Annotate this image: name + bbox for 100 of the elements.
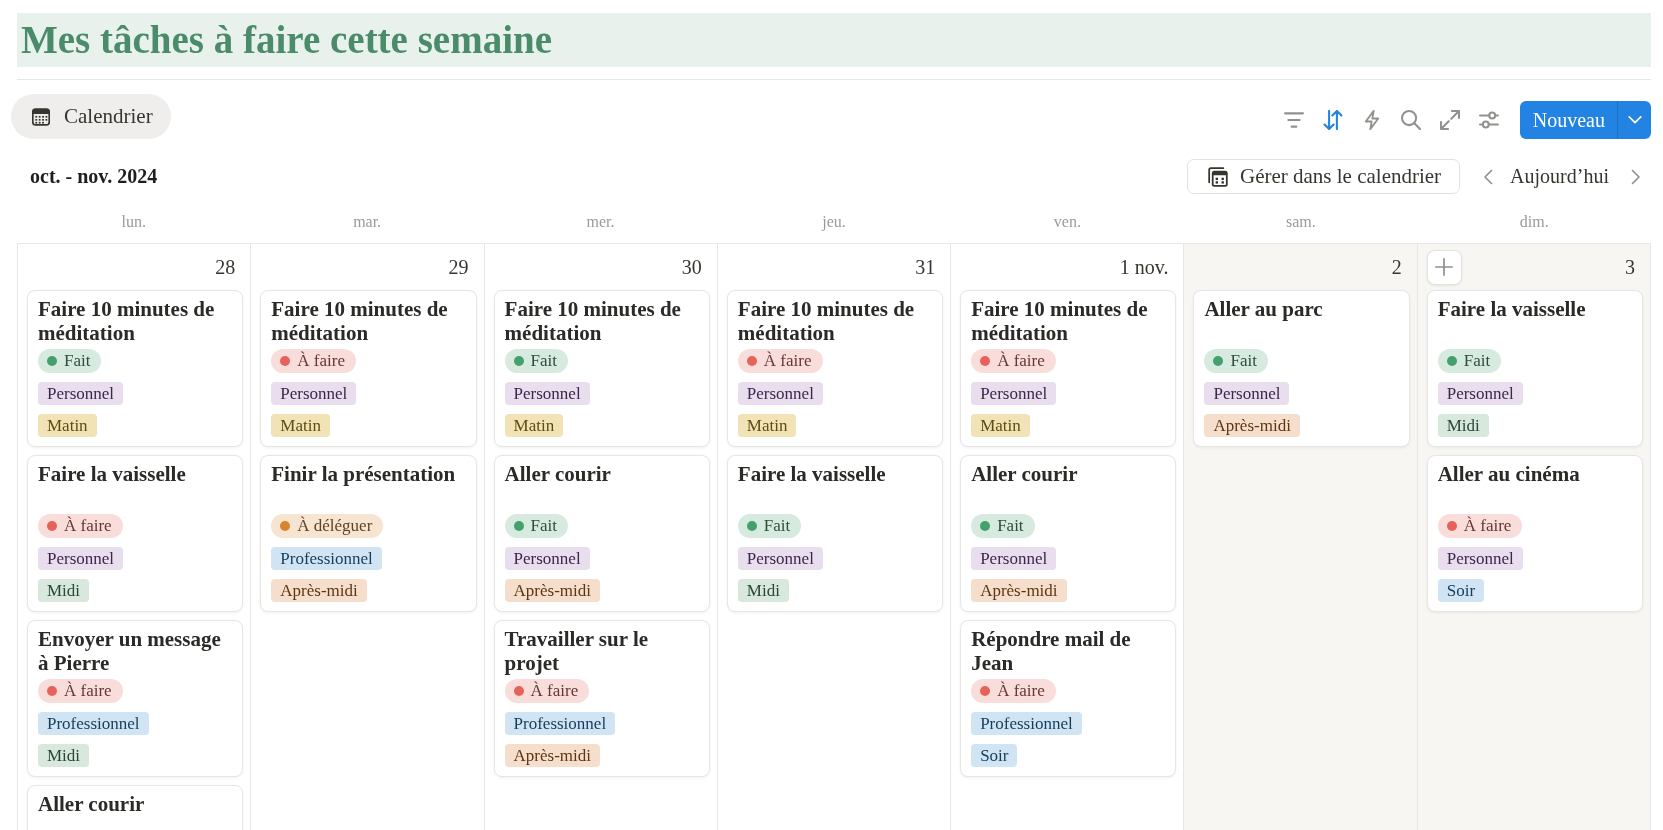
tag: Matin [504,414,564,437]
tag: Professionnel [971,712,1082,735]
weekday-label: mer. [586,213,615,231]
status-label: À faire [763,350,812,372]
status-label: À faire [997,680,1045,702]
tag: Personnel [504,547,590,570]
task-card[interactable]: Faire 10 minutes de méditation À faire Personnel Matin [260,290,477,447]
sort-icon[interactable] [1322,110,1343,130]
task-title: Aller au cinéma [1437,462,1581,488]
tag: Personnel [971,547,1057,570]
day-number: 29 [448,255,469,279]
task-card[interactable]: Répondre mail de Jean À faire Professionnel Soir [960,620,1177,777]
chevron-right-icon[interactable] [1631,168,1641,185]
status-label: Fait [1230,350,1257,372]
task-card[interactable]: Faire 10 minutes de méditation Fait Personnel Matin [493,290,710,447]
task-card[interactable]: Faire 10 minutes de méditation Fait Personnel Matin [27,290,244,447]
status-label: Fait [64,350,91,372]
tag: Personnel [1437,547,1523,570]
tag: Personnel [737,547,823,570]
tag: Après-midi [271,579,367,602]
task-title: Faire 10 minutes de méditation [737,297,916,345]
weekday-label: dim. [1519,213,1549,231]
day-number: 30 [681,255,702,279]
weekday-label: mar. [353,213,382,231]
tag: Après-midi [1204,414,1300,437]
status-label: À faire [997,350,1045,372]
task-title: Envoyer un message à Pierre [38,627,222,675]
day-number: 28 [215,255,236,279]
tag: Après-midi [971,579,1067,602]
day-number: 2 [1391,255,1402,279]
task-title: Aller au parc [1204,297,1324,323]
tag: Matin [971,414,1030,437]
status-label: À faire [1463,515,1512,537]
status-label: Fait [530,350,557,372]
task-card[interactable]: Aller au parc Fait Personnel Après-midi [1193,290,1410,447]
period-label: oct. - nov. 2024 [29,165,158,188]
task-card[interactable]: Envoyer un message à Pierre À faire Professionnel Midi [27,620,244,777]
status-label: Fait [530,515,557,537]
task-card[interactable]: Aller courir [27,785,244,830]
calendar-icon [32,107,50,126]
task-title: Faire 10 minutes de méditation [271,297,449,345]
page-title: Mes tâches à faire cette semaine [17,13,1651,67]
status-label: Fait [1463,350,1491,372]
tag: Matin [737,414,797,437]
chevron-down-icon [1627,116,1642,124]
tag: Matin [271,414,330,437]
day-number: 3 [1625,255,1635,279]
tag: Personnel [1437,382,1523,405]
tag: Midi [1437,414,1489,437]
task-title: Répondre mail de Jean [971,627,1132,675]
task-card[interactable]: Finir la présentation À déléguer Professionnel Après-midi [260,455,477,612]
task-title: Faire 10 minutes de méditation [504,297,682,345]
chevron-left-icon[interactable] [1483,168,1494,185]
task-card[interactable]: Faire la vaisselle Fait Personnel Midi [1426,290,1643,447]
task-card[interactable]: Aller courir Fait Personnel Après-midi [493,455,710,612]
view-tab[interactable]: Calendrier [11,94,171,139]
tag: Personnel [38,382,124,405]
search-icon[interactable] [1400,110,1421,130]
tag: Professionnel [504,712,616,735]
tag: Professionnel [271,547,382,570]
task-card[interactable]: Travailler sur le projet À faire Professionnel Après-midi [493,620,710,777]
today-button[interactable]: Aujourd’hui [1510,165,1609,188]
weekday-label: jeu. [822,213,846,231]
day-number: 1 nov. [1119,255,1169,279]
task-title: Faire la vaisselle [1437,297,1587,323]
task-card[interactable]: Faire la vaisselle À faire Personnel Midi [27,455,244,612]
settings-icon[interactable] [1478,110,1499,130]
tag: Matin [38,414,97,437]
manage-calendar-button[interactable]: Gérer dans le calendrier [1186,159,1461,194]
weekday-label: sam. [1285,213,1316,231]
task-card[interactable]: Faire la vaisselle Fait Personnel Midi [726,455,944,612]
day-number: 31 [915,255,936,279]
tag: Midi [38,579,90,602]
tag: Après-midi [504,579,600,602]
tag: Personnel [271,382,357,405]
status-label: À faire [64,515,112,537]
tag: Après-midi [504,744,600,767]
add-task-button[interactable] [1426,249,1462,285]
expand-icon[interactable] [1439,110,1460,130]
filter-icon[interactable] [1283,110,1304,130]
plus-icon [1435,258,1454,276]
status-label: À faire [64,680,112,702]
tag: Personnel [1204,382,1290,405]
status-label: À faire [297,350,345,372]
task-card[interactable]: Faire 10 minutes de méditation À faire Personnel Matin [960,290,1177,447]
task-title: Finir la présentation [271,462,457,488]
task-title: Faire la vaisselle [737,462,887,488]
status-label: À déléguer [297,515,373,537]
tag: Soir [1437,579,1485,602]
dropdown-button[interactable] [1617,101,1651,139]
task-title: Aller courir [38,792,146,818]
new-button[interactable]: Nouveau [1519,101,1617,139]
weekday-label: lun. [121,213,146,231]
tag: Personnel [737,382,823,405]
status-label: Fait [763,515,791,537]
task-card[interactable]: Aller courir Fait Personnel Après-midi [960,455,1177,612]
tag: Professionnel [38,712,149,735]
task-card[interactable]: Aller au cinéma À faire Personnel Soir [1426,455,1643,612]
task-title: Faire 10 minutes de méditation [38,297,216,345]
task-card[interactable]: Faire 10 minutes de méditation À faire Personnel Matin [726,290,944,447]
